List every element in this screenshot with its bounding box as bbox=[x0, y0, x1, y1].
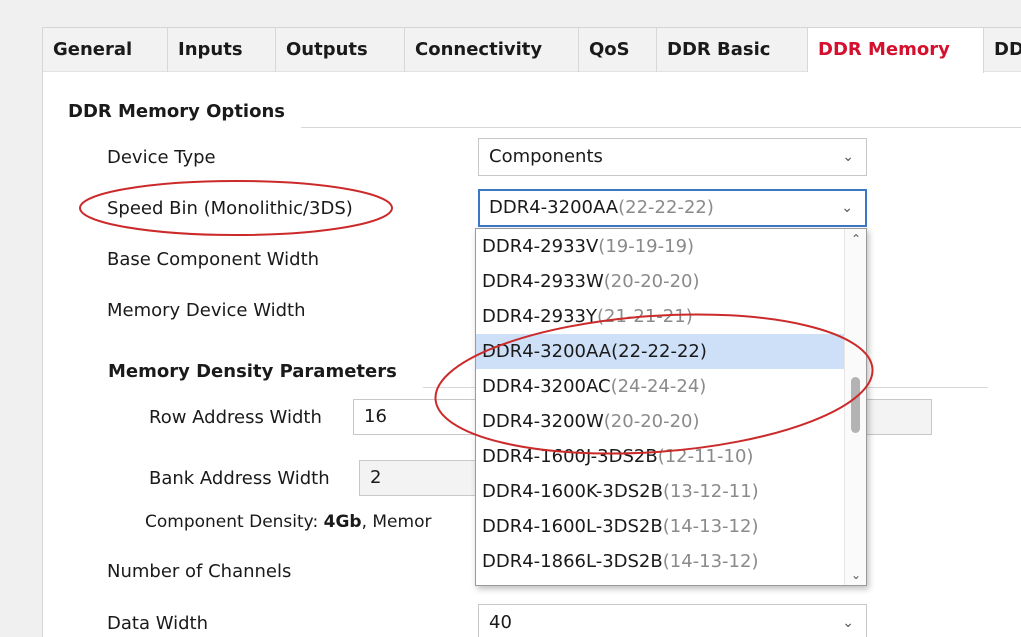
option-name: DDR4-3200W bbox=[482, 411, 604, 432]
option-name: DDR4-2933V bbox=[482, 236, 599, 257]
row-address-width-label: Row Address Width bbox=[149, 407, 322, 428]
option-name: DDR4-1866L-3DS2B bbox=[482, 551, 663, 572]
speed-bin-timing: (22-22-22) bbox=[618, 197, 714, 218]
option-timing: (20-20-20) bbox=[603, 271, 700, 292]
option-timing: (19-19-19) bbox=[598, 236, 695, 257]
density-section-title: Memory Density Parameters bbox=[108, 361, 397, 382]
dropdown-option[interactable]: DDR4-2933W(20-20-20) bbox=[476, 264, 844, 299]
option-name: DDR4-2933Y bbox=[482, 306, 597, 327]
dropdown-option[interactable]: DDR4-3200W(20-20-20) bbox=[476, 404, 844, 439]
component-density-prefix: Component Density: bbox=[145, 512, 324, 532]
option-timing: (22-22-22) bbox=[611, 341, 707, 362]
scrollbar-thumb[interactable] bbox=[851, 377, 860, 433]
tab-ddr-basic[interactable]: DDR Basic bbox=[657, 28, 808, 72]
base-component-width-label: Base Component Width bbox=[107, 249, 320, 270]
tab-general[interactable]: General bbox=[43, 28, 168, 72]
option-timing: (14-13-12) bbox=[662, 551, 759, 572]
section-title: DDR Memory Options bbox=[68, 101, 285, 122]
tab-outputs[interactable]: Outputs bbox=[276, 28, 405, 72]
data-width-select[interactable]: 40 ⌄ bbox=[478, 604, 867, 637]
number-of-channels-label: Number of Channels bbox=[107, 561, 292, 582]
dropdown-option[interactable]: DDR4-3200AC(24-24-24) bbox=[476, 369, 844, 404]
dropdown-option[interactable]: DDR4-1600J-3DS2B(12-11-10) bbox=[476, 439, 844, 474]
option-name: DDR4-3200AA bbox=[482, 341, 612, 362]
dropdown-option[interactable]: DDR4-2933V(19-19-19) bbox=[476, 229, 844, 264]
tab-bar: General Inputs Outputs Connectivity QoS … bbox=[43, 28, 1021, 73]
option-timing: (14-13-12) bbox=[662, 516, 759, 537]
speed-bin-label: Speed Bin (Monolithic/3DS) bbox=[107, 198, 353, 219]
option-timing: (12-11-10) bbox=[657, 446, 754, 467]
bank-address-width-field[interactable]: 2 bbox=[359, 460, 479, 496]
section-divider bbox=[301, 127, 1021, 128]
speed-bin-select[interactable]: DDR4-3200AA(22-22-22) ⌄ bbox=[478, 189, 867, 227]
device-type-select[interactable]: Components ⌄ bbox=[478, 138, 867, 176]
device-type-label: Device Type bbox=[107, 147, 216, 168]
option-name: DDR4-1600K-3DS2B bbox=[482, 481, 663, 502]
option-name: DDR4-1600J-3DS2B bbox=[482, 446, 658, 467]
option-timing: (24-24-24) bbox=[610, 376, 707, 397]
speed-bin-dropdown-list[interactable]: DDR4-2933V(19-19-19) DDR4-2933W(20-20-20… bbox=[475, 228, 867, 586]
chevron-down-icon: ⌄ bbox=[841, 200, 853, 216]
dropdown-option[interactable]: DDR4-2933Y(21-21-21) bbox=[476, 299, 844, 334]
option-timing: (13-12-11) bbox=[662, 481, 759, 502]
dropdown-option[interactable]: DDR4-1600K-3DS2B(13-12-11) bbox=[476, 474, 844, 509]
chevron-down-icon: ⌄ bbox=[842, 615, 854, 631]
tab-ddr-memory[interactable]: DDR Memory bbox=[808, 28, 984, 73]
option-name: DDR4-2933W bbox=[482, 271, 604, 292]
option-timing: (21-21-21) bbox=[596, 306, 693, 327]
option-name: DDR4-1600L-3DS2B bbox=[482, 516, 663, 537]
dropdown-option[interactable]: DDR4-1866L-3DS2B(14-13-12) bbox=[476, 544, 844, 579]
component-density-suffix: , Memor bbox=[361, 512, 432, 532]
tab-connectivity[interactable]: Connectivity bbox=[405, 28, 579, 72]
device-type-value: Components bbox=[489, 146, 603, 167]
data-width-value: 40 bbox=[489, 612, 512, 633]
speed-bin-value: DDR4-3200AA bbox=[489, 197, 619, 218]
dropdown-option-selected[interactable]: DDR4-3200AA(22-22-22) bbox=[476, 334, 844, 369]
scroll-up-icon[interactable]: ⌃ bbox=[845, 229, 866, 249]
option-timing: (20-20-20) bbox=[603, 411, 700, 432]
component-density-text: Component Density: 4Gb, Memor bbox=[145, 512, 431, 532]
dropdown-scrollbar[interactable]: ⌃ ⌄ bbox=[844, 229, 866, 585]
ip-config-panel: General Inputs Outputs Connectivity QoS … bbox=[42, 27, 1021, 637]
option-name: DDR4-3200AC bbox=[482, 376, 611, 397]
tab-inputs[interactable]: Inputs bbox=[168, 28, 276, 72]
component-density-value: 4Gb bbox=[323, 512, 362, 532]
bank-address-width-label: Bank Address Width bbox=[149, 468, 330, 489]
row-address-width-field[interactable]: 16 bbox=[353, 399, 493, 435]
scroll-down-icon[interactable]: ⌄ bbox=[845, 565, 866, 585]
data-width-label: Data Width bbox=[107, 613, 208, 634]
tab-qos[interactable]: QoS bbox=[579, 28, 657, 72]
dropdown-option[interactable]: DDR4-1600L-3DS2B(14-13-12) bbox=[476, 509, 844, 544]
memory-device-width-label: Memory Device Width bbox=[107, 300, 306, 321]
tab-dd[interactable]: DD bbox=[984, 28, 1021, 72]
chevron-down-icon: ⌄ bbox=[842, 149, 854, 165]
